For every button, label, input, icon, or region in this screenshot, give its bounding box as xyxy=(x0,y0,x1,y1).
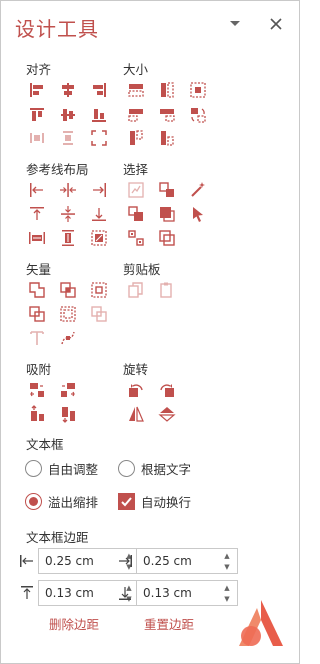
text-to-shape-icon xyxy=(28,329,46,347)
align-section-label: 对齐 xyxy=(26,62,52,77)
paste-icon xyxy=(158,281,176,299)
fit-text-radio[interactable] xyxy=(118,460,135,477)
guide-left-icon[interactable] xyxy=(28,181,46,199)
auto-adjust-label: 自由调整 xyxy=(48,462,99,477)
magic-wand-icon[interactable] xyxy=(189,181,207,199)
align-bottom-icon[interactable] xyxy=(90,106,108,124)
same-size-icon[interactable] xyxy=(189,81,207,99)
auto-wrap-label: 自动换行 xyxy=(141,495,192,510)
flip-vertical-icon[interactable] xyxy=(158,405,176,423)
select-section-label: 选择 xyxy=(123,162,149,177)
align-middle-icon[interactable] xyxy=(59,106,77,124)
rotate-right-icon[interactable] xyxy=(158,381,176,399)
select-same-icon xyxy=(127,181,145,199)
guide-top-icon[interactable] xyxy=(28,205,46,223)
guide-center-v-icon[interactable] xyxy=(59,205,77,223)
subtract-shapes-icon[interactable] xyxy=(59,305,77,323)
match-width-left-icon[interactable] xyxy=(127,106,145,124)
brand-logo xyxy=(237,598,287,650)
snap-section-label: 吸附 xyxy=(26,362,52,377)
panel-title: 设计工具 xyxy=(15,17,99,41)
align-right-icon[interactable] xyxy=(90,81,108,99)
align-center-icon[interactable] xyxy=(59,81,77,99)
size-section-label: 大小 xyxy=(123,62,149,77)
guide-bottom-icon[interactable] xyxy=(90,205,108,223)
snap-right-icon[interactable] xyxy=(59,381,77,399)
select-shape-icon[interactable] xyxy=(158,205,176,223)
match-height-top-icon[interactable] xyxy=(127,129,145,147)
select-similar-icon[interactable] xyxy=(158,181,176,199)
delete-margins-link[interactable]: 删除边距 xyxy=(49,614,99,633)
align-left-icon[interactable] xyxy=(28,81,46,99)
close-icon[interactable] xyxy=(266,14,286,34)
flip-horizontal-icon[interactable] xyxy=(127,405,145,423)
margin-left-icon xyxy=(18,552,36,570)
exclude-shapes-icon xyxy=(90,305,108,323)
panel-title-bar: 设计工具 xyxy=(1,1,301,49)
align-to-slide-icon[interactable] xyxy=(90,129,108,147)
margin-right-down-button[interactable]: ▼ xyxy=(220,561,234,573)
vector-section-label: 矢量 xyxy=(26,262,52,277)
fit-text-label: 根据文字 xyxy=(141,462,192,477)
guides-section-label: 参考线布局 xyxy=(26,162,89,177)
check-icon xyxy=(121,497,132,507)
guide-right-icon[interactable] xyxy=(90,181,108,199)
margin-bottom-input[interactable] xyxy=(143,584,211,602)
design-tools-panel: 设计工具 对齐 大小 参考线布局 选择 矢量 剪贴板 吸附 旋转 文本框 自由调… xyxy=(0,0,300,664)
copy-icon xyxy=(127,281,145,299)
guide-stretch-h-icon[interactable] xyxy=(28,229,46,247)
guide-center-h-icon[interactable] xyxy=(59,181,77,199)
union-shapes-icon[interactable] xyxy=(28,281,46,299)
snap-left-icon[interactable] xyxy=(28,381,46,399)
auto-wrap-option[interactable]: 自动换行 xyxy=(118,492,191,511)
margin-top-input[interactable] xyxy=(45,584,113,602)
margin-right-icon xyxy=(116,552,134,570)
clipboard-section-label: 剪贴板 xyxy=(123,262,161,277)
distribute-vertical-icon xyxy=(59,129,77,147)
fragment-shapes-icon[interactable] xyxy=(90,281,108,299)
reset-margins-link[interactable]: 重置边距 xyxy=(144,614,194,633)
intersect-shapes-icon[interactable] xyxy=(28,305,46,323)
overflow-shrink-option[interactable]: 溢出缩排 xyxy=(25,492,98,511)
match-height-bottom-icon[interactable] xyxy=(158,129,176,147)
margin-top-icon xyxy=(18,584,36,602)
auto-wrap-checkbox[interactable] xyxy=(118,493,135,510)
swap-size-icon[interactable] xyxy=(189,106,207,124)
same-width-icon[interactable] xyxy=(127,81,145,99)
margin-right-spinner: ▲ ▼ xyxy=(116,548,238,574)
margin-bottom-spinner: ▲ ▼ xyxy=(116,580,238,606)
auto-adjust-radio[interactable] xyxy=(25,460,42,477)
same-height-icon[interactable] xyxy=(158,81,176,99)
margin-right-input[interactable] xyxy=(143,552,211,570)
select-overlap-icon[interactable] xyxy=(127,205,145,223)
edit-points-icon[interactable] xyxy=(59,329,77,347)
select-group-icon[interactable] xyxy=(127,229,145,247)
rotate-section-label: 旋转 xyxy=(123,362,149,377)
margin-bottom-down-button[interactable]: ▼ xyxy=(220,593,234,605)
guide-stretch-v-icon[interactable] xyxy=(59,229,77,247)
fit-text-option[interactable]: 根据文字 xyxy=(118,459,191,478)
combine-shapes-icon[interactable] xyxy=(59,281,77,299)
guide-stretch-both-icon[interactable] xyxy=(90,229,108,247)
overflow-shrink-label: 溢出缩排 xyxy=(48,495,99,510)
textbox-section-label: 文本框 xyxy=(26,437,64,452)
auto-adjust-option[interactable]: 自由调整 xyxy=(25,459,98,478)
chevron-down-icon[interactable] xyxy=(225,14,245,34)
select-behind-icon[interactable] xyxy=(158,229,176,247)
align-top-icon[interactable] xyxy=(28,106,46,124)
snap-up-icon[interactable] xyxy=(28,405,46,423)
margin-left-input[interactable] xyxy=(45,552,113,570)
rotate-left-icon[interactable] xyxy=(127,381,145,399)
distribute-horizontal-icon xyxy=(28,129,46,147)
overflow-shrink-radio[interactable] xyxy=(25,493,42,510)
match-width-right-icon[interactable] xyxy=(158,106,176,124)
pointer-icon[interactable] xyxy=(189,205,207,223)
margins-section-label: 文本框边距 xyxy=(26,530,89,545)
margin-bottom-icon xyxy=(116,584,134,602)
snap-down-icon[interactable] xyxy=(59,405,77,423)
